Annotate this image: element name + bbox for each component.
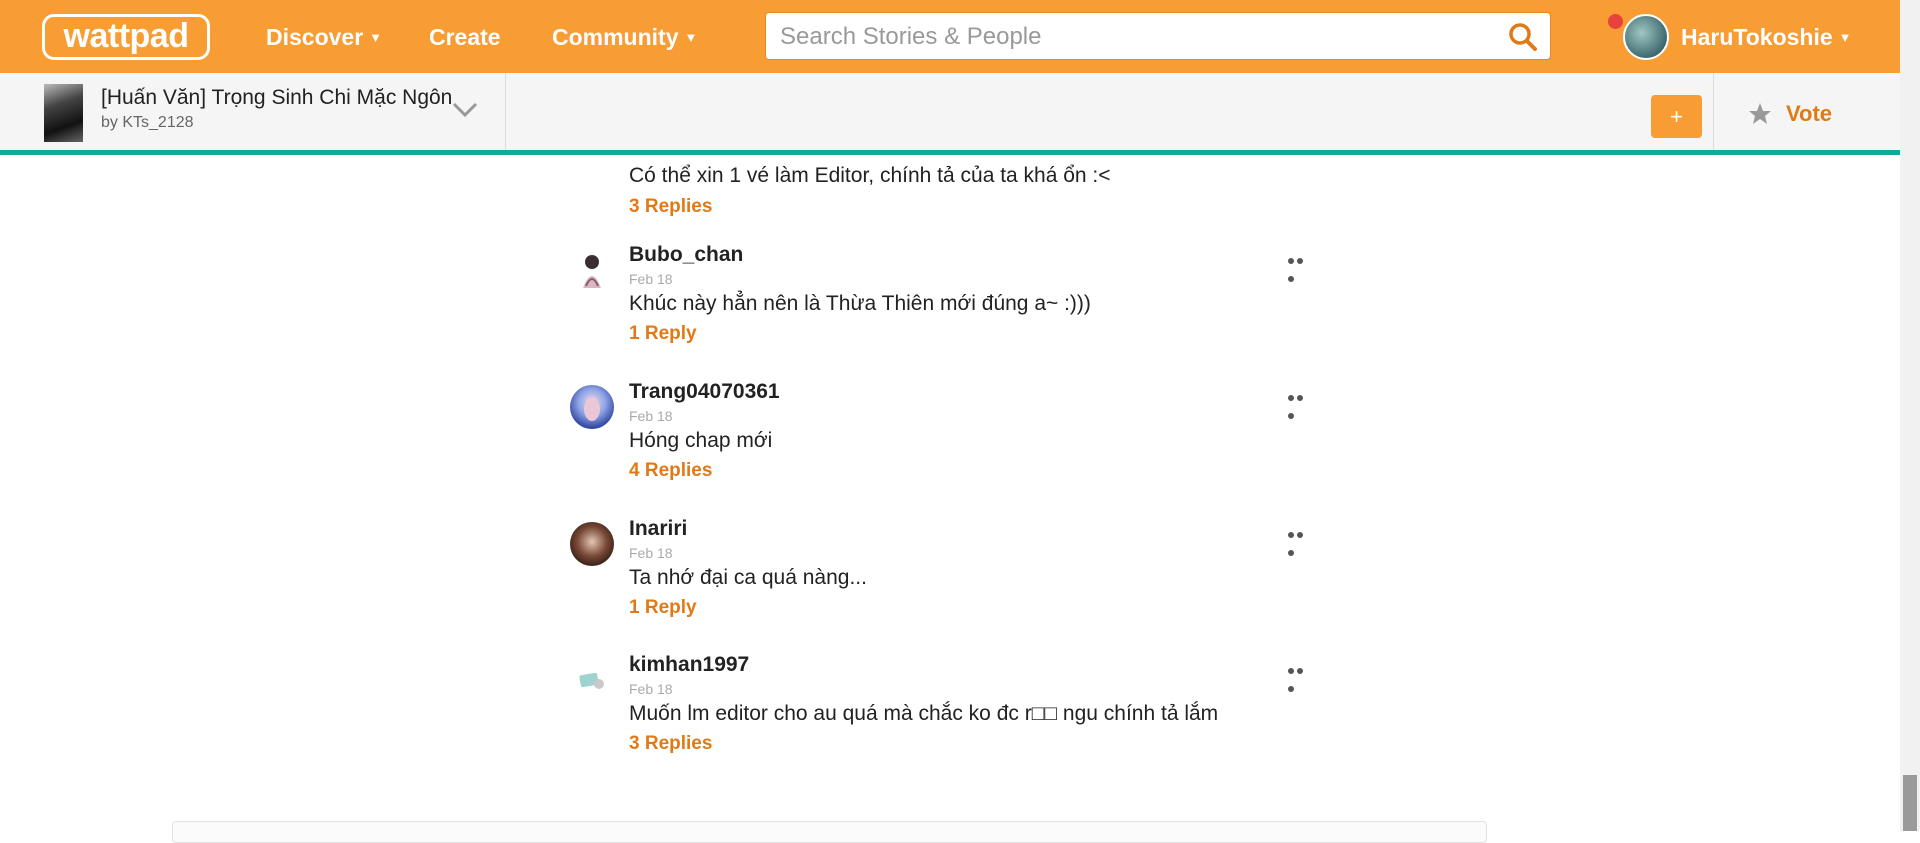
story-bar: [Huấn Văn] Trọng Sinh Chi Mặc Ngôn by KT…	[0, 73, 1900, 155]
comment-text: Muốn lm editor cho au quá mà chắc ko đc …	[629, 702, 1219, 725]
avatar-image	[570, 658, 614, 702]
comment-date: Feb 18	[629, 545, 673, 561]
chevron-down-icon[interactable]	[452, 101, 478, 119]
more-options-icon[interactable]	[1288, 525, 1314, 556]
caret-down-icon: ▼	[1838, 30, 1852, 45]
comment-author[interactable]: kimhan1997	[629, 653, 749, 677]
nav-community-label: Community	[552, 24, 679, 50]
vote-button[interactable]: Vote	[1748, 101, 1832, 131]
nav-community[interactable]: Community ▼	[552, 22, 697, 56]
replies-link[interactable]: 3 Replies	[629, 733, 712, 755]
comment-text: Khúc này hẳn nên là Thừa Thiên mới đúng …	[629, 292, 1091, 315]
comment-author[interactable]: Bubo_chan	[629, 243, 743, 267]
more-options-icon[interactable]	[1288, 661, 1314, 692]
more-options-icon[interactable]	[1288, 388, 1314, 419]
divider	[1713, 73, 1714, 150]
nav-discover[interactable]: Discover ▼	[266, 22, 382, 56]
comment-date: Feb 18	[629, 408, 673, 424]
vote-label: Vote	[1786, 101, 1833, 126]
user-menu[interactable]: HaruTokoshie ▼	[1681, 22, 1852, 56]
comment-text: Có thể xin 1 vé làm Editor, chính tả của…	[629, 164, 1111, 187]
search-box	[765, 12, 1551, 60]
story-cover[interactable]	[44, 84, 83, 142]
notification-dot[interactable]	[1608, 14, 1623, 29]
caret-down-icon: ▼	[369, 30, 383, 45]
avatar[interactable]	[570, 385, 614, 429]
avatar[interactable]	[570, 658, 614, 702]
top-navbar: wattpad Discover ▼ Create Community ▼ Haru…	[0, 0, 1900, 73]
nav-create-label: Create	[429, 24, 501, 50]
nav-discover-label: Discover	[266, 24, 364, 50]
story-title[interactable]: [Huấn Văn] Trọng Sinh Chi Mặc Ngôn	[101, 86, 452, 110]
avatar[interactable]	[570, 522, 614, 566]
replies-link[interactable]: 1 Reply	[629, 323, 697, 345]
replies-link[interactable]: 3 Replies	[629, 196, 712, 218]
comment-author[interactable]: Trang04070361	[629, 380, 780, 404]
next-section-card	[172, 821, 1487, 843]
replies-link[interactable]: 1 Reply	[629, 597, 697, 619]
divider	[505, 73, 506, 150]
scrollbar[interactable]	[1900, 0, 1920, 831]
more-options-icon[interactable]	[1288, 251, 1314, 282]
avatar[interactable]	[570, 248, 614, 292]
replies-link[interactable]: 4 Replies	[629, 460, 712, 482]
add-to-list-button[interactable]: +	[1651, 95, 1702, 138]
comment-text: Ta nhớ đại ca quá nàng...	[629, 566, 867, 589]
avatar-image	[570, 248, 614, 292]
avatar-image	[570, 522, 614, 566]
nav-create[interactable]: Create	[429, 22, 501, 52]
story-author[interactable]: by KTs_2128	[101, 114, 194, 132]
avatar-image	[570, 385, 614, 429]
search-input[interactable]	[778, 21, 1482, 53]
scrollbar-thumb[interactable]	[1903, 775, 1917, 831]
comment-author[interactable]: Inariri	[629, 517, 687, 541]
search-icon[interactable]	[1508, 22, 1538, 52]
wattpad-logo[interactable]: wattpad	[42, 14, 210, 60]
username-label: HaruTokoshie	[1681, 24, 1833, 50]
star-icon	[1749, 103, 1771, 124]
comment-date: Feb 18	[629, 271, 673, 287]
user-avatar[interactable]	[1623, 14, 1669, 60]
comment-text: Hóng chap mới	[629, 429, 773, 452]
caret-down-icon: ▼	[684, 30, 698, 45]
comment-date: Feb 18	[629, 681, 673, 697]
